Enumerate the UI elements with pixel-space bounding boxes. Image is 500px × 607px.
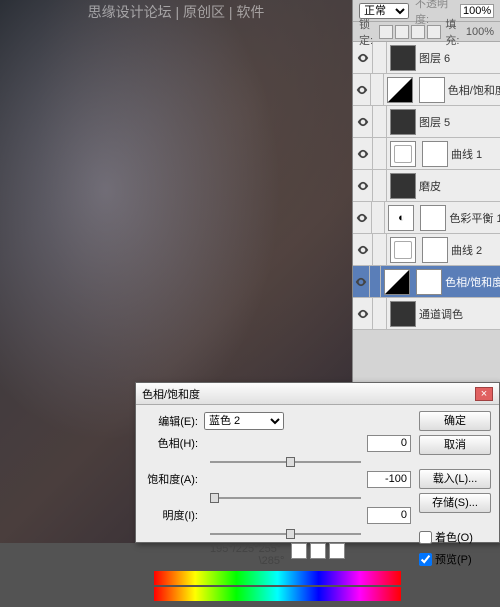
- range-left: 195°/225°: [210, 543, 259, 567]
- hue-strip-top: [154, 571, 401, 585]
- image-thumb[interactable]: [390, 173, 416, 199]
- link-column: [373, 298, 387, 330]
- link-column: [372, 202, 385, 234]
- saturation-input[interactable]: [367, 471, 411, 488]
- ok-button[interactable]: 确定: [419, 411, 491, 431]
- eyedropper-subtract-icon[interactable]: [329, 543, 345, 559]
- curves-thumb[interactable]: [390, 141, 416, 167]
- lightness-slider[interactable]: [210, 527, 361, 541]
- lock-all-icon[interactable]: [427, 25, 441, 39]
- watermark-top: 思缘设计论坛 | 原创区 | 软件: [88, 2, 265, 22]
- image-thumb[interactable]: [390, 109, 416, 135]
- link-column: [373, 138, 387, 170]
- visibility-eye-icon[interactable]: [353, 138, 373, 170]
- fill-label: 填充:: [445, 16, 461, 48]
- visibility-eye-icon[interactable]: [353, 202, 372, 234]
- layer-row[interactable]: 磨皮: [353, 170, 500, 202]
- hue-slider[interactable]: [210, 455, 361, 469]
- edit-label: 编辑(E):: [144, 413, 204, 429]
- layer-row[interactable]: 色相/饱和度 1: [353, 266, 500, 298]
- hue-input[interactable]: [367, 435, 411, 452]
- layer-name[interactable]: 色彩平衡 1: [449, 210, 500, 226]
- visibility-eye-icon[interactable]: [353, 266, 370, 298]
- layer-name[interactable]: 通道调色: [419, 306, 463, 322]
- link-column: [373, 106, 387, 138]
- preview-checkbox[interactable]: [419, 553, 432, 566]
- layer-name[interactable]: 图层 6: [419, 50, 450, 66]
- link-column: [371, 74, 384, 106]
- link-column: [373, 42, 387, 74]
- layer-row[interactable]: 通道调色: [353, 298, 500, 330]
- layer-row[interactable]: 色相/饱和度: [353, 74, 500, 106]
- cancel-button[interactable]: 取消: [419, 435, 491, 455]
- lock-transparent-icon[interactable]: [379, 25, 393, 39]
- opacity-value[interactable]: 100%: [460, 4, 494, 18]
- image-thumb[interactable]: [390, 301, 416, 327]
- layer-row[interactable]: 曲线 1: [353, 138, 500, 170]
- lock-icons: [379, 25, 441, 39]
- panel-lock-row: 锁定: 填充: 100%: [353, 22, 500, 42]
- saturation-slider[interactable]: [210, 491, 361, 505]
- layer-name[interactable]: 图层 5: [419, 114, 450, 130]
- layer-row[interactable]: 图层 6: [353, 42, 500, 74]
- dialog-title: 色相/饱和度: [142, 386, 200, 402]
- color-balance-thumb[interactable]: ◐: [388, 205, 414, 231]
- hue-label: 色相(H):: [144, 435, 204, 451]
- curves-thumb[interactable]: [390, 237, 416, 263]
- save-button[interactable]: 存储(S)...: [419, 493, 491, 513]
- mask-thumb[interactable]: [420, 205, 446, 231]
- adjustment-thumb[interactable]: [384, 269, 410, 295]
- visibility-eye-icon[interactable]: [353, 234, 373, 266]
- layer-row[interactable]: 图层 5: [353, 106, 500, 138]
- mask-thumb[interactable]: [416, 269, 442, 295]
- lightness-label: 明度(I):: [144, 507, 204, 523]
- layer-name[interactable]: 色相/饱和度 1: [445, 274, 500, 290]
- colorize-checkbox[interactable]: [419, 531, 432, 544]
- edit-select[interactable]: 蓝色 2: [204, 412, 284, 430]
- layers-list: 图层 6 色相/饱和度图层 5曲线 1 磨皮 ◐ 色彩平衡 1 曲线 2 色相/饱和度 1 通…: [353, 42, 500, 398]
- layer-row[interactable]: ◐ 色彩平衡 1: [353, 202, 500, 234]
- hue-strip-bottom[interactable]: [154, 587, 401, 601]
- image-thumb[interactable]: [390, 45, 416, 71]
- visibility-eye-icon[interactable]: [353, 42, 373, 74]
- range-right: 255°\285°: [259, 543, 285, 567]
- lightness-input[interactable]: [367, 507, 411, 524]
- visibility-eye-icon[interactable]: [353, 170, 373, 202]
- close-icon[interactable]: ×: [475, 387, 493, 401]
- visibility-eye-icon[interactable]: [353, 298, 373, 330]
- fill-value[interactable]: 100%: [466, 26, 494, 38]
- preview-label: 预览(P): [435, 551, 472, 567]
- load-button[interactable]: 载入(L)...: [419, 469, 491, 489]
- adjustment-thumb[interactable]: [387, 77, 413, 103]
- layer-name[interactable]: 磨皮: [419, 178, 441, 194]
- link-column: [373, 170, 387, 202]
- eyedropper-add-icon[interactable]: [310, 543, 326, 559]
- layer-name[interactable]: 色相/饱和度: [448, 82, 500, 98]
- link-column: [373, 234, 387, 266]
- visibility-eye-icon[interactable]: [353, 106, 373, 138]
- eyedropper-icon[interactable]: [291, 543, 307, 559]
- mask-thumb[interactable]: [422, 141, 448, 167]
- mask-thumb[interactable]: [419, 77, 445, 103]
- lock-image-icon[interactable]: [395, 25, 409, 39]
- dialog-titlebar[interactable]: 色相/饱和度 ×: [136, 383, 499, 405]
- lock-position-icon[interactable]: [411, 25, 425, 39]
- layer-name[interactable]: 曲线 2: [451, 242, 482, 258]
- visibility-eye-icon[interactable]: [353, 74, 371, 106]
- layers-panel: 正常 不透明度: 100% 锁定: 填充: 100% 图层 6色相/饱和度图层 …: [352, 0, 500, 400]
- mask-thumb[interactable]: [422, 237, 448, 263]
- hue-saturation-dialog: 色相/饱和度 × 编辑(E): 蓝色 2 色相(H): 饱和度(A): 明度(I…: [135, 382, 500, 543]
- saturation-label: 饱和度(A):: [144, 471, 204, 487]
- layer-name[interactable]: 曲线 1: [451, 146, 482, 162]
- link-column: [370, 266, 382, 298]
- layer-row[interactable]: 曲线 2: [353, 234, 500, 266]
